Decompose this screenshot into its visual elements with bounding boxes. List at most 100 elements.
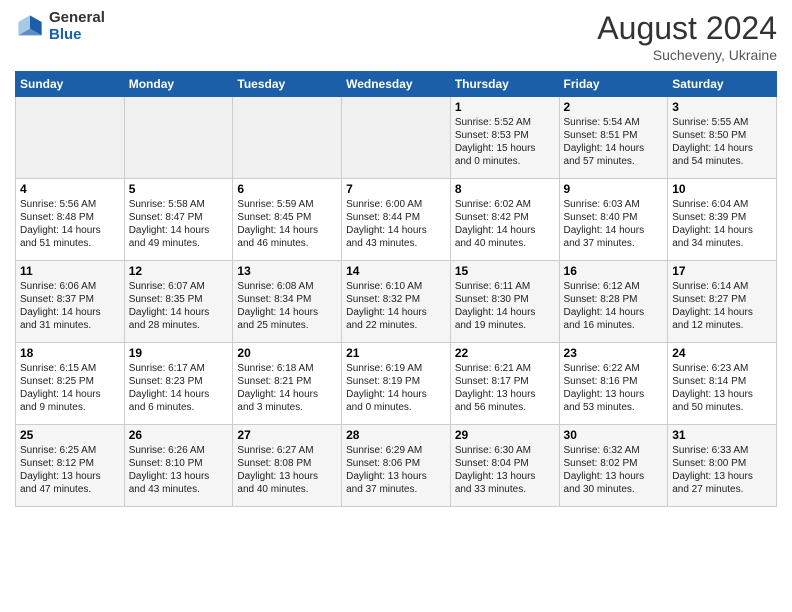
calendar-cell: 12 Sunrise: 6:07 AM Sunset: 8:35 PM Dayli…: [124, 261, 233, 343]
cell-content: Sunrise: 6:25 AM Sunset: 8:12 PM Dayligh…: [20, 444, 120, 496]
cell-content: Sunrise: 6:04 AM Sunset: 8:39 PM Dayligh…: [672, 198, 772, 250]
day-number: 30: [564, 428, 664, 442]
calendar-cell: 20 Sunrise: 6:18 AM Sunset: 8:21 PM Dayli…: [233, 343, 342, 425]
cell-content: Sunrise: 6:17 AM Sunset: 8:23 PM Dayligh…: [129, 362, 229, 414]
calendar-cell: 26Sunrise: 6:26 AM Sunset: 8:10 PM Dayli…: [124, 425, 233, 507]
logo-text: General Blue: [49, 10, 105, 43]
cell-content: Sunrise: 6:18 AM Sunset: 8:21 PM Dayligh…: [237, 362, 337, 414]
cell-content: Sunrise: 6:19 AM Sunset: 8:19 PM Dayligh…: [346, 362, 446, 414]
calendar-cell: 25 Sunrise: 6:25 AM Sunset: 8:12 PM Dayli…: [16, 425, 125, 507]
calendar-cell: 6 Sunrise: 5:59 AM Sunset: 8:45 PM Daylig…: [233, 179, 342, 261]
calendar-cell: 13 Sunrise: 6:08 AM Sunset: 8:34 PM Dayli…: [233, 261, 342, 343]
calendar-cell: 3 Sunrise: 5:55 AM Sunset: 8:50 PM Daylig…: [668, 97, 777, 179]
calendar-cell: 19 Sunrise: 6:17 AM Sunset: 8:23 PM Dayli…: [124, 343, 233, 425]
calendar-cell: 7 Sunrise: 6:00 AM Sunset: 8:44 PM Daylig…: [342, 179, 451, 261]
header: General Blue August 2024 Sucheveny, Ukra…: [15, 10, 777, 63]
day-number: 9: [564, 182, 664, 196]
day-number: 21: [346, 346, 446, 360]
calendar-cell: 24 Sunrise: 6:23 AM Sunset: 8:14 PM Dayli…: [668, 343, 777, 425]
calendar-day-header: Sunday: [16, 72, 125, 97]
calendar-cell: [233, 97, 342, 179]
day-number: 4: [20, 182, 120, 196]
calendar-cell: 14 Sunrise: 6:10 AM Sunset: 8:32 PM Dayli…: [342, 261, 451, 343]
day-number: 1: [455, 100, 555, 114]
day-number: 3: [672, 100, 772, 114]
title-block: August 2024 Sucheveny, Ukraine: [597, 10, 777, 63]
calendar-cell: 18Sunrise: 6:15 AM Sunset: 8:25 PM Dayli…: [16, 343, 125, 425]
day-number: 23: [564, 346, 664, 360]
calendar-cell: [342, 97, 451, 179]
cell-content: Sunrise: 6:06 AM Sunset: 8:37 PM Dayligh…: [20, 280, 120, 332]
calendar-cell: 21 Sunrise: 6:19 AM Sunset: 8:19 PM Dayli…: [342, 343, 451, 425]
calendar-cell: [16, 97, 125, 179]
day-number: 28: [346, 428, 446, 442]
calendar-week-row: 11 Sunrise: 6:06 AM Sunset: 8:37 PM Dayli…: [16, 261, 777, 343]
calendar-day-header: Saturday: [668, 72, 777, 97]
cell-content: Sunrise: 6:27 AM Sunset: 8:08 PM Dayligh…: [237, 444, 337, 496]
cell-content: Sunrise: 5:55 AM Sunset: 8:50 PM Dayligh…: [672, 116, 772, 168]
cell-content: Sunrise: 6:23 AM Sunset: 8:14 PM Dayligh…: [672, 362, 772, 414]
calendar-cell: 2 Sunrise: 5:54 AM Sunset: 8:51 PM Daylig…: [559, 97, 668, 179]
cell-content: Sunrise: 5:54 AM Sunset: 8:51 PM Dayligh…: [564, 116, 664, 168]
calendar-cell: 28 Sunrise: 6:29 AM Sunset: 8:06 PM Dayli…: [342, 425, 451, 507]
calendar-cell: 29Sunrise: 6:30 AM Sunset: 8:04 PM Dayli…: [450, 425, 559, 507]
day-number: 6: [237, 182, 337, 196]
day-number: 5: [129, 182, 229, 196]
cell-content: Sunrise: 6:02 AM Sunset: 8:42 PM Dayligh…: [455, 198, 555, 250]
calendar-cell: 15Sunrise: 6:11 AM Sunset: 8:30 PM Dayli…: [450, 261, 559, 343]
calendar-table: SundayMondayTuesdayWednesdayThursdayFrid…: [15, 71, 777, 507]
calendar-cell: 10 Sunrise: 6:04 AM Sunset: 8:39 PM Dayli…: [668, 179, 777, 261]
calendar-cell: 30Sunrise: 6:32 AM Sunset: 8:02 PM Dayli…: [559, 425, 668, 507]
day-number: 31: [672, 428, 772, 442]
day-number: 20: [237, 346, 337, 360]
calendar-cell: 22 Sunrise: 6:21 AM Sunset: 8:17 PM Dayli…: [450, 343, 559, 425]
calendar-cell: 31 Sunrise: 6:33 AM Sunset: 8:00 PM Dayli…: [668, 425, 777, 507]
cell-content: Sunrise: 6:08 AM Sunset: 8:34 PM Dayligh…: [237, 280, 337, 332]
calendar-day-header: Wednesday: [342, 72, 451, 97]
day-number: 29: [455, 428, 555, 442]
day-number: 13: [237, 264, 337, 278]
calendar-day-header: Friday: [559, 72, 668, 97]
calendar-cell: 11 Sunrise: 6:06 AM Sunset: 8:37 PM Dayli…: [16, 261, 125, 343]
calendar-day-header: Monday: [124, 72, 233, 97]
cell-content: Sunrise: 6:14 AM Sunset: 8:27 PM Dayligh…: [672, 280, 772, 332]
day-number: 27: [237, 428, 337, 442]
day-number: 17: [672, 264, 772, 278]
cell-content: Sunrise: 6:33 AM Sunset: 8:00 PM Dayligh…: [672, 444, 772, 496]
calendar-cell: 23 Sunrise: 6:22 AM Sunset: 8:16 PM Dayli…: [559, 343, 668, 425]
cell-content: Sunrise: 5:58 AM Sunset: 8:47 PM Dayligh…: [129, 198, 229, 250]
day-number: 14: [346, 264, 446, 278]
cell-content: Sunrise: 6:29 AM Sunset: 8:06 PM Dayligh…: [346, 444, 446, 496]
day-number: 19: [129, 346, 229, 360]
day-number: 18: [20, 346, 120, 360]
cell-content: Sunrise: 6:12 AM Sunset: 8:28 PM Dayligh…: [564, 280, 664, 332]
day-number: 24: [672, 346, 772, 360]
day-number: 25: [20, 428, 120, 442]
cell-content: Sunrise: 6:07 AM Sunset: 8:35 PM Dayligh…: [129, 280, 229, 332]
day-number: 7: [346, 182, 446, 196]
day-number: 10: [672, 182, 772, 196]
cell-content: Sunrise: 5:59 AM Sunset: 8:45 PM Dayligh…: [237, 198, 337, 250]
day-number: 12: [129, 264, 229, 278]
calendar-cell: 5 Sunrise: 5:58 AM Sunset: 8:47 PM Daylig…: [124, 179, 233, 261]
calendar-cell: 8 Sunrise: 6:02 AM Sunset: 8:42 PM Daylig…: [450, 179, 559, 261]
calendar-cell: 16Sunrise: 6:12 AM Sunset: 8:28 PM Dayli…: [559, 261, 668, 343]
calendar-cell: 9Sunrise: 6:03 AM Sunset: 8:40 PM Daylig…: [559, 179, 668, 261]
day-number: 8: [455, 182, 555, 196]
cell-content: Sunrise: 6:21 AM Sunset: 8:17 PM Dayligh…: [455, 362, 555, 414]
day-number: 22: [455, 346, 555, 360]
cell-content: Sunrise: 6:22 AM Sunset: 8:16 PM Dayligh…: [564, 362, 664, 414]
day-number: 2: [564, 100, 664, 114]
month-year: August 2024: [597, 10, 777, 47]
day-number: 15: [455, 264, 555, 278]
day-number: 26: [129, 428, 229, 442]
page: General Blue August 2024 Sucheveny, Ukra…: [0, 0, 792, 517]
calendar-cell: 4Sunrise: 5:56 AM Sunset: 8:48 PM Daylig…: [16, 179, 125, 261]
day-number: 11: [20, 264, 120, 278]
calendar-day-header: Thursday: [450, 72, 559, 97]
logo-blue-text: Blue: [49, 27, 105, 44]
calendar-cell: 17 Sunrise: 6:14 AM Sunset: 8:27 PM Dayli…: [668, 261, 777, 343]
logo: General Blue: [15, 10, 105, 43]
cell-content: Sunrise: 6:00 AM Sunset: 8:44 PM Dayligh…: [346, 198, 446, 250]
cell-content: Sunrise: 6:10 AM Sunset: 8:32 PM Dayligh…: [346, 280, 446, 332]
